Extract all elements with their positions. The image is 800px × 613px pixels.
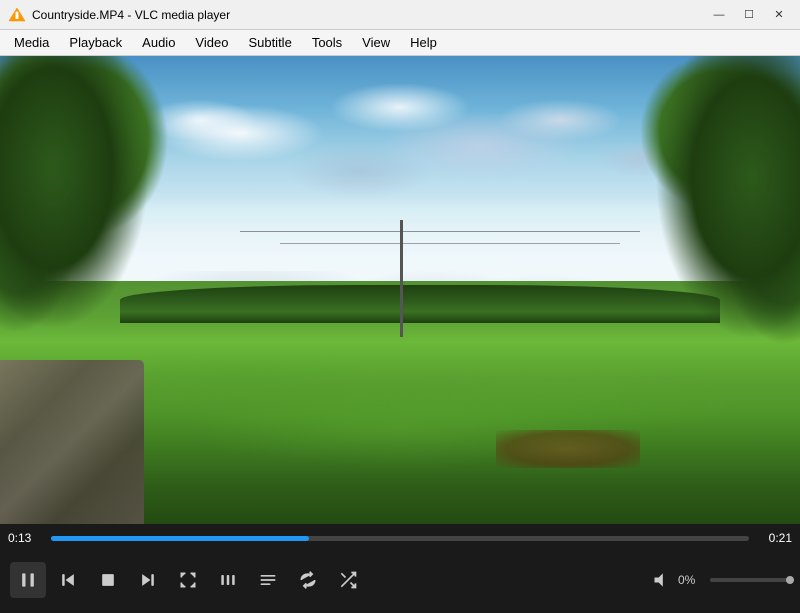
stop-icon <box>98 570 118 590</box>
volume-icon <box>652 570 672 590</box>
menu-view[interactable]: View <box>352 33 400 52</box>
menu-subtitle[interactable]: Subtitle <box>238 33 301 52</box>
left-trees <box>0 56 176 337</box>
volume-knob <box>786 576 794 584</box>
right-trees <box>640 56 800 360</box>
menu-tools[interactable]: Tools <box>302 33 352 52</box>
menu-video[interactable]: Video <box>185 33 238 52</box>
power-lines <box>240 220 640 337</box>
volume-label: 0% <box>678 573 706 587</box>
stone-wall <box>0 360 144 524</box>
shuffle-icon <box>338 570 358 590</box>
pause-button[interactable] <box>10 562 46 598</box>
playlist-icon <box>258 570 278 590</box>
earth-patch <box>496 430 640 467</box>
fullscreen-button[interactable] <box>170 562 206 598</box>
video-area[interactable] <box>0 56 800 524</box>
loop-button[interactable] <box>290 562 326 598</box>
stop-button[interactable] <box>90 562 126 598</box>
prev-button[interactable] <box>50 562 86 598</box>
extended-icon <box>218 570 238 590</box>
prev-icon <box>58 570 78 590</box>
playlist-button[interactable] <box>250 562 286 598</box>
minimize-button[interactable]: — <box>706 5 732 25</box>
volume-bar[interactable] <box>710 578 790 582</box>
next-button[interactable] <box>130 562 166 598</box>
window-controls: — ☐ ✕ <box>706 5 792 25</box>
vlc-logo <box>8 6 26 24</box>
power-line-2 <box>280 243 620 244</box>
window-title: Countryside.MP4 - VLC media player <box>32 8 706 22</box>
progress-area: 0:13 0:21 <box>0 524 800 552</box>
volume-area: 0% <box>650 562 790 598</box>
pause-icon <box>18 570 38 590</box>
controls-bar: 0% <box>0 552 800 607</box>
extended-settings-button[interactable] <box>210 562 246 598</box>
progress-bar[interactable] <box>51 536 749 541</box>
progress-fill <box>51 536 309 541</box>
total-time: 0:21 <box>757 531 792 545</box>
fullscreen-icon <box>178 570 198 590</box>
menu-bar: Media Playback Audio Video Subtitle Tool… <box>0 30 800 56</box>
title-bar: Countryside.MP4 - VLC media player — ☐ ✕ <box>0 0 800 30</box>
close-button[interactable]: ✕ <box>766 5 792 25</box>
power-line-1 <box>240 231 640 232</box>
shuffle-button[interactable] <box>330 562 366 598</box>
video-canvas <box>0 56 800 524</box>
menu-media[interactable]: Media <box>4 33 59 52</box>
maximize-button[interactable]: ☐ <box>736 5 762 25</box>
volume-button[interactable] <box>650 562 674 598</box>
loop-icon <box>298 570 318 590</box>
current-time: 0:13 <box>8 531 43 545</box>
power-pole <box>400 220 403 337</box>
menu-help[interactable]: Help <box>400 33 447 52</box>
menu-audio[interactable]: Audio <box>132 33 185 52</box>
next-icon <box>138 570 158 590</box>
menu-playback[interactable]: Playback <box>59 33 132 52</box>
